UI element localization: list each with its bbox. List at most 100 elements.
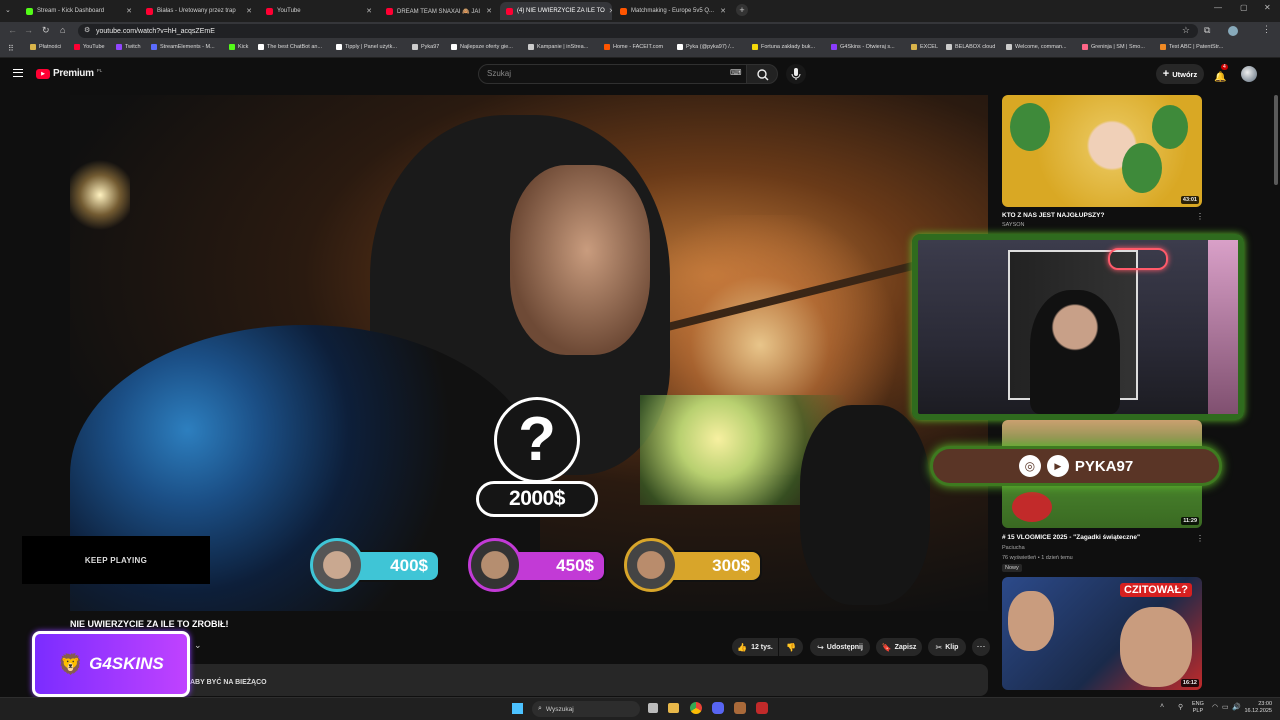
video-scene-lamp	[70, 155, 130, 235]
bookmark-item[interactable]: Twitch	[116, 44, 141, 50]
clock[interactable]: 23:00 16.12.2025	[1242, 701, 1272, 715]
file-explorer-icon[interactable]	[668, 703, 679, 713]
bookmark-item[interactable]: Pyka97	[412, 44, 439, 50]
page-scrollbar[interactable]	[1274, 95, 1278, 185]
extensions-icon[interactable]: ⧉	[1204, 25, 1210, 36]
tab-list-chevron-icon[interactable]: ⌄	[5, 6, 13, 14]
sidebar-channel-name[interactable]: SAYSON	[1002, 222, 1025, 228]
home-icon[interactable]: ⌂	[60, 25, 65, 35]
bookmark-item[interactable]: The best ChatBot an...	[258, 44, 322, 50]
forward-icon[interactable]: →	[24, 25, 33, 35]
chrome-icon[interactable]	[690, 702, 702, 714]
clock-date: 16.12.2025	[1244, 708, 1272, 714]
wifi-icon[interactable]: ◠	[1212, 703, 1218, 711]
bookmark-item[interactable]: Kick	[229, 44, 248, 50]
bookmark-star-icon[interactable]: ☆	[1182, 25, 1190, 36]
like-button[interactable]: 👍 12 tys.	[732, 638, 778, 656]
price-pill: 450$	[468, 538, 608, 592]
minimize-window-button[interactable]: —	[1214, 3, 1222, 12]
browser-tab-active[interactable]: (4) NIE UWIERZYCIE ZA ILE TO ✕	[500, 2, 612, 20]
hamburger-menu-icon[interactable]	[13, 69, 23, 77]
bookmark-item[interactable]: G4Skins - Otwieraj s...	[831, 44, 895, 50]
notifications-button[interactable]: 🔔 4	[1214, 64, 1228, 83]
tray-chevron-icon[interactable]: ˄	[1160, 703, 1164, 710]
sidebar-channel-name[interactable]: Paciucha	[1002, 545, 1025, 551]
share-button[interactable]: ↪ Udostępnij	[810, 638, 870, 656]
bookmark-item[interactable]: Najlepsze oferty gie...	[451, 44, 513, 50]
sidebar-video-title[interactable]: # 15 VLOGMICE 2025 - "Zagadki świąteczne…	[1002, 534, 1140, 541]
browser-tab[interactable]: Białas - Uretowany przez trap ✕	[140, 2, 258, 20]
address-bar[interactable]: ⚙ youtube.com/watch?v=hH_acqsZEmE ☆	[78, 24, 1198, 38]
expand-chevron-icon[interactable]: ⌄	[194, 640, 202, 651]
search-input[interactable]: Szukaj	[478, 64, 748, 84]
question-mark-text: ?	[518, 405, 556, 474]
bookmark-item[interactable]: StreamElements - M...	[151, 44, 215, 50]
maximize-window-button[interactable]: ▢	[1240, 3, 1248, 12]
windows-start-icon[interactable]	[512, 703, 523, 714]
close-tab-icon[interactable]: ✕	[246, 7, 252, 15]
close-tab-icon[interactable]: ✕	[126, 7, 132, 15]
apps-grid-icon[interactable]: ⠿	[8, 44, 14, 53]
voice-search-button[interactable]	[786, 64, 806, 84]
sidebar-video-title[interactable]: KTO Z NAS JEST NAJGŁUPSZY?	[1002, 212, 1104, 219]
bookmark-favicon-icon	[528, 44, 534, 50]
bookmark-item[interactable]: Greninja | SM | Smo...	[1082, 44, 1145, 50]
browser-tab[interactable]: DREAM TEAM SNAXAI 🙈 JAI ✕	[380, 2, 498, 20]
save-button[interactable]: 🔖 Zapisz	[876, 638, 922, 656]
taskbar-search[interactable]: ⌕ Wyszukaj	[532, 701, 640, 717]
app-icon[interactable]	[734, 702, 746, 714]
thumbnail-santa	[1012, 492, 1052, 522]
back-icon[interactable]: ←	[8, 25, 17, 35]
reload-icon[interactable]: ↻	[42, 25, 50, 36]
search-button[interactable]	[746, 64, 778, 84]
sidebar-video-thumbnail[interactable]: 43:01	[1002, 95, 1202, 207]
close-tab-icon[interactable]: ✕	[366, 7, 372, 15]
monitor-icon[interactable]: ▭	[1222, 703, 1229, 711]
bookmark-item[interactable]: EXCEL	[911, 44, 938, 50]
clip-button[interactable]: ✂ Klip	[928, 638, 966, 656]
browser-tab[interactable]: Matchmaking - Europe 5v5 Q... ✕	[614, 2, 732, 20]
description-box[interactable]: ABY BYĆ NA BIEŻĄCO	[70, 664, 988, 696]
bookmark-item[interactable]: Tipply | Panel użytk...	[336, 44, 397, 50]
bookmark-item[interactable]: Test ABC | PatentStr...	[1160, 44, 1223, 50]
video-menu-icon[interactable]: ⋮	[1196, 534, 1204, 543]
account-avatar[interactable]	[1241, 66, 1257, 82]
clip-label: Klip	[945, 643, 959, 651]
task-view-icon[interactable]	[648, 703, 658, 713]
keyboard-icon[interactable]: ⌨	[730, 68, 742, 77]
video-duration: 43:01	[1180, 196, 1199, 204]
browser-tab[interactable]: Stream - Kick Dashboard ✕	[20, 2, 138, 20]
share-icon: ↪	[817, 642, 824, 652]
network-icon[interactable]: ⚲	[1178, 703, 1183, 711]
bookmark-item[interactable]: Kampanie | inStrea...	[528, 44, 588, 50]
site-info-icon[interactable]: ⚙	[84, 26, 90, 34]
create-button[interactable]: + Utwórz	[1156, 64, 1204, 84]
close-tab-icon[interactable]: ✕	[609, 7, 612, 15]
discord-icon[interactable]	[712, 702, 724, 714]
shield-app-icon[interactable]	[756, 702, 768, 714]
bookmark-item[interactable]: Płatności	[30, 44, 61, 50]
youtube-logo[interactable]: ▶ Premium PL	[36, 68, 102, 79]
bookmark-item[interactable]: YouTube	[74, 44, 105, 50]
browser-menu-icon[interactable]: ⋮	[1262, 24, 1271, 35]
bookmark-item[interactable]: BELABOX cloud	[946, 44, 995, 50]
new-tab-button[interactable]: +	[736, 4, 748, 16]
sidebar-video-thumbnail[interactable]: CZITOWAŁ? 16:12	[1002, 577, 1202, 690]
bookmark-item[interactable]: Fortuna zakłady buk...	[752, 44, 815, 50]
profile-avatar-icon[interactable]	[1228, 26, 1238, 36]
dislike-button[interactable]: 👎	[779, 638, 803, 656]
price-pill-avatar	[624, 538, 678, 592]
browser-tab[interactable]: YouTube ✕	[260, 2, 378, 20]
language-indicator[interactable]: ENG PLP	[1192, 701, 1204, 715]
bookmark-item[interactable]: Pyka (@pyka97) /...	[677, 44, 734, 50]
bookmark-item[interactable]: Welcome, comman...	[1006, 44, 1067, 50]
close-tab-icon[interactable]: ✕	[486, 7, 492, 15]
close-tab-icon[interactable]: ✕	[720, 7, 726, 15]
more-actions-button[interactable]: ⋯	[972, 638, 990, 656]
video-menu-icon[interactable]: ⋮	[1196, 212, 1204, 221]
video-player[interactable]: ? 2000$ 400$ 450$ 300$	[70, 95, 988, 611]
bookmark-label: BELABOX cloud	[955, 44, 996, 50]
bookmark-item[interactable]: Home - FACEIT.com	[604, 44, 663, 50]
close-window-button[interactable]: ✕	[1264, 3, 1271, 12]
volume-icon[interactable]: 🔊	[1232, 703, 1241, 711]
